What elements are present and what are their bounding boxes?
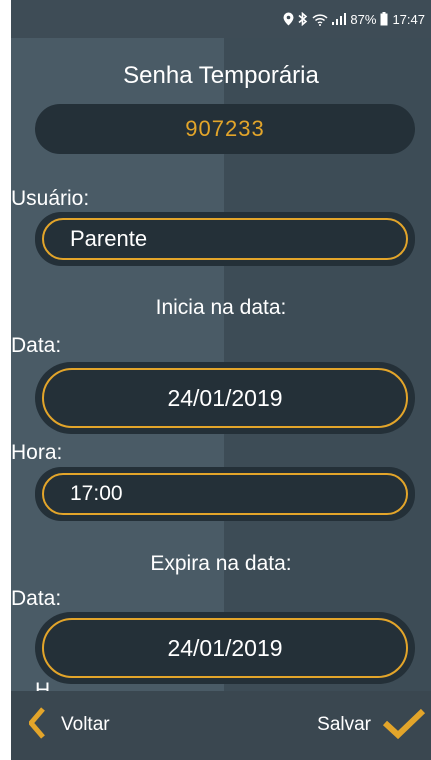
battery-percent: 87% bbox=[350, 11, 377, 27]
app-screen: 87% 17:47 Senha Temporária 907233 Usuári… bbox=[11, 0, 431, 760]
start-time-field[interactable]: 17:00 bbox=[35, 467, 415, 521]
user-value[interactable]: Parente bbox=[42, 218, 408, 260]
start-section-title: Inicia na data: bbox=[155, 296, 287, 319]
clock: 17:47 bbox=[392, 11, 425, 27]
user-label: Usuário: bbox=[11, 187, 90, 210]
end-date-label: Data: bbox=[11, 587, 62, 610]
save-button-label: Salvar bbox=[317, 714, 371, 735]
temp-code-display: 907233 bbox=[35, 104, 415, 154]
start-date-value[interactable]: 24/01/2019 bbox=[42, 368, 408, 428]
end-section-title: Expira na data: bbox=[150, 552, 292, 575]
wifi-icon bbox=[312, 13, 328, 26]
back-button-label: Voltar bbox=[61, 714, 110, 735]
chevron-left-icon bbox=[27, 706, 45, 744]
back-button[interactable]: Voltar bbox=[27, 705, 110, 745]
end-date-field[interactable]: 24/01/2019 bbox=[35, 612, 415, 684]
bluetooth-icon bbox=[298, 12, 308, 26]
bottom-action-bar: Voltar Salvar bbox=[11, 691, 431, 760]
start-date-field[interactable]: 24/01/2019 bbox=[35, 362, 415, 434]
start-time-label: Hora: bbox=[11, 441, 63, 464]
start-time-value[interactable]: 17:00 bbox=[42, 473, 408, 515]
location-icon bbox=[283, 12, 294, 26]
status-bar: 87% 17:47 bbox=[11, 0, 431, 38]
battery-icon bbox=[380, 12, 388, 26]
checkmark-icon bbox=[382, 707, 426, 744]
start-date-label: Data: bbox=[11, 334, 62, 357]
user-field[interactable]: Parente bbox=[35, 212, 415, 266]
end-date-value[interactable]: 24/01/2019 bbox=[42, 618, 408, 678]
page-title: Senha Temporária bbox=[123, 62, 319, 89]
save-button[interactable]: Salvar bbox=[317, 705, 426, 745]
signal-icon bbox=[332, 13, 347, 25]
